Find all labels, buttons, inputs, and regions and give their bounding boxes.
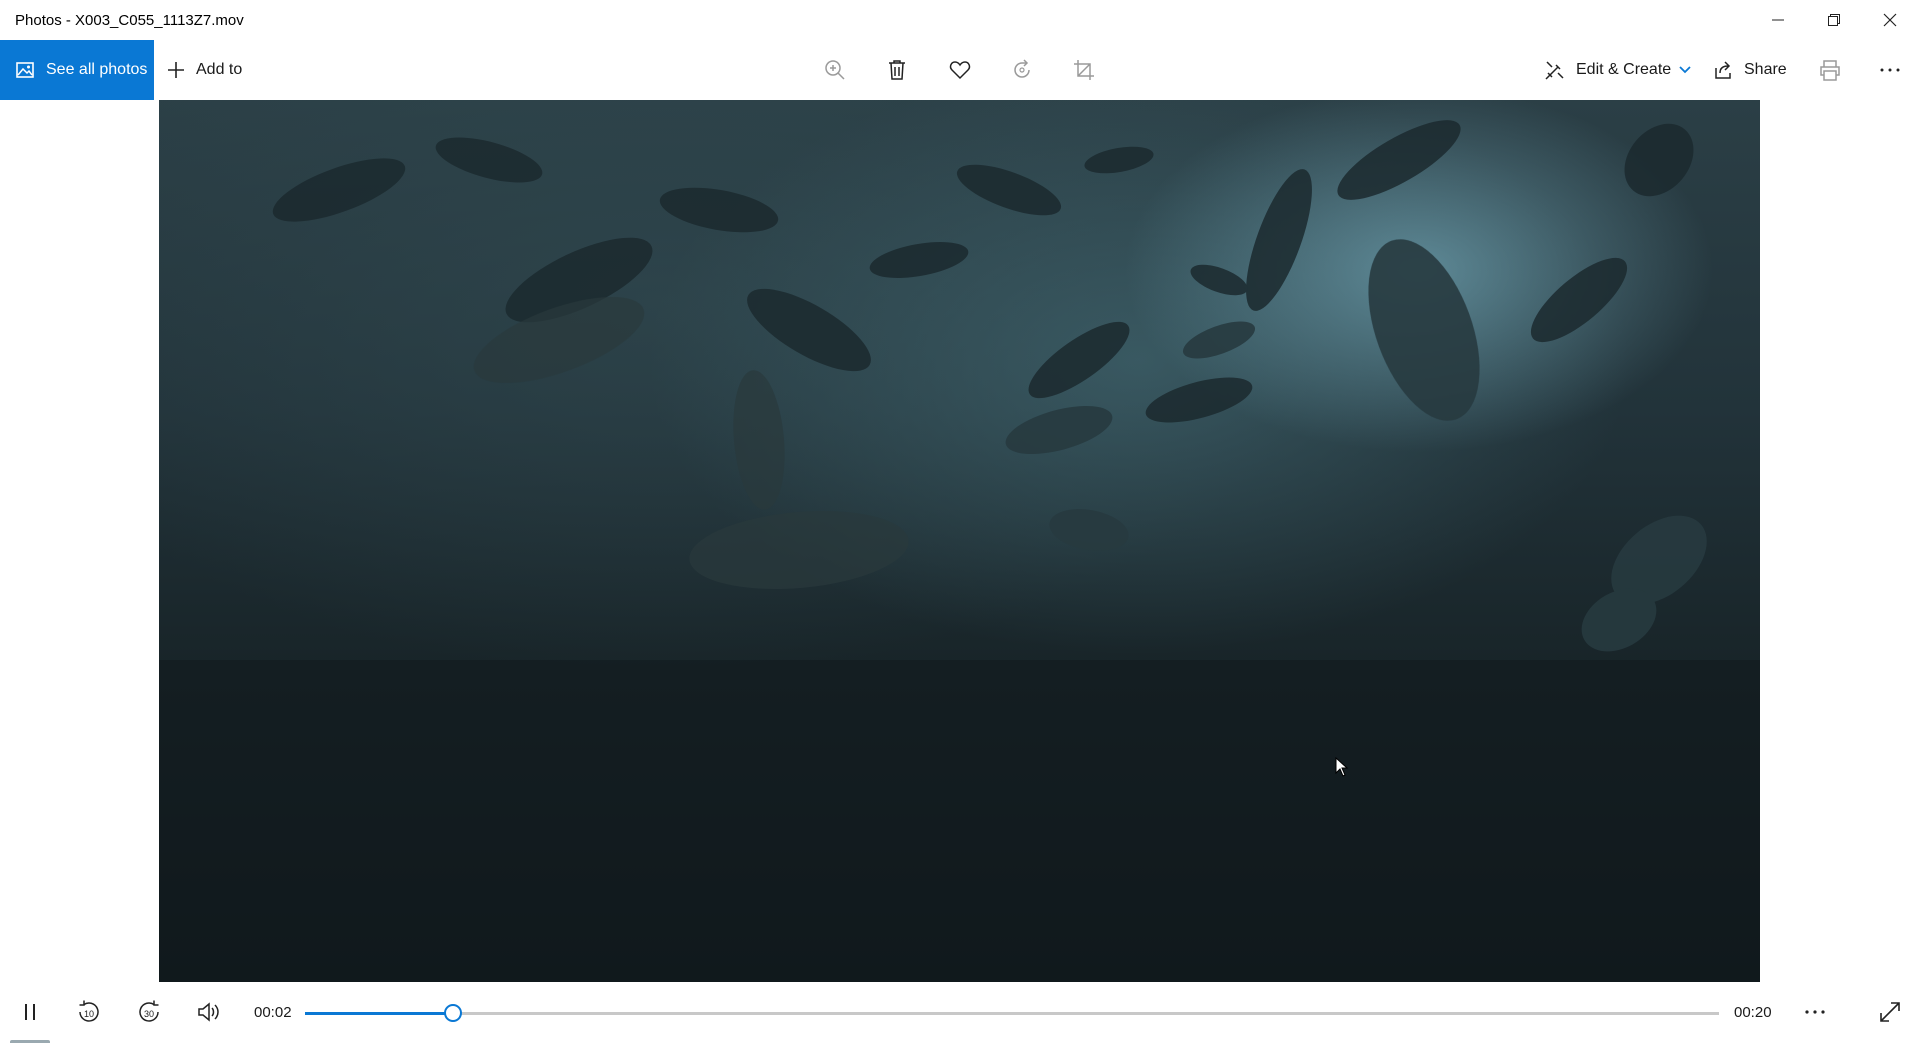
delete-icon (889, 60, 905, 80)
title-bar: Photos - X003_C055_1113Z7.mov (0, 0, 1918, 40)
underwater-fish-scene (159, 120, 1760, 982)
restore-icon (1828, 14, 1840, 26)
seek-bar-thumb[interactable] (444, 1004, 463, 1022)
photos-icon (16, 62, 34, 78)
playback-controls: 10 30 00:02 00:20 (0, 982, 1918, 1043)
skip-forward-30-icon: 30 (139, 1000, 159, 1022)
volume-button[interactable] (188, 990, 232, 1034)
fullscreen-button[interactable] (1868, 990, 1912, 1034)
edit-create-button[interactable]: Edit & Create (1544, 40, 1691, 100)
crop-icon (1074, 60, 1094, 80)
see-all-photos-button[interactable]: See all photos (0, 40, 154, 100)
close-icon (1883, 13, 1897, 27)
zoom-button[interactable] (815, 50, 855, 90)
chevron-down-icon (1679, 66, 1691, 74)
delete-button[interactable] (877, 50, 917, 90)
skip-back-10-icon: 10 (79, 1000, 99, 1022)
crop-button[interactable] (1064, 50, 1104, 90)
svg-text:10: 10 (84, 1009, 94, 1019)
plus-icon (168, 62, 184, 78)
rotate-icon (1014, 59, 1030, 78)
see-all-photos-label: See all photos (46, 61, 148, 78)
mouse-cursor-icon (1335, 757, 1349, 777)
pause-icon (25, 1004, 35, 1020)
svg-text:30: 30 (144, 1009, 154, 1019)
window-controls (1750, 0, 1918, 40)
minimize-button[interactable] (1750, 0, 1806, 40)
pause-button[interactable] (8, 990, 52, 1034)
more-icon (1880, 68, 1900, 72)
zoom-icon (825, 60, 845, 80)
seek-bar[interactable] (305, 1004, 1719, 1022)
edit-create-label: Edit & Create (1576, 61, 1672, 78)
player-more-button[interactable] (1793, 990, 1837, 1034)
favorite-button[interactable] (940, 50, 980, 90)
close-button[interactable] (1862, 0, 1918, 40)
app-toolbar: See all photos Add to Edit & Create Shar… (0, 40, 1918, 100)
share-label: Share (1744, 61, 1787, 78)
total-time: 00:20 (1734, 1004, 1772, 1021)
favorite-icon (949, 61, 971, 80)
rotate-button[interactable] (1002, 50, 1042, 90)
more-icon (1805, 1010, 1825, 1014)
share-button[interactable]: Share (1714, 40, 1787, 100)
edit-create-icon (1545, 61, 1564, 80)
more-options-button[interactable] (1870, 50, 1910, 90)
add-to-button[interactable]: Add to (166, 40, 242, 100)
minimize-icon (1772, 19, 1784, 21)
skip-back-button[interactable]: 10 (67, 990, 111, 1034)
volume-icon (198, 1002, 219, 1022)
skip-forward-button[interactable]: 30 (127, 990, 171, 1034)
window-title: Photos - X003_C055_1113Z7.mov (15, 11, 244, 29)
video-frame[interactable] (159, 100, 1760, 982)
add-to-label: Add to (196, 61, 243, 78)
print-button[interactable] (1810, 50, 1850, 90)
seek-bar-progress (305, 1012, 454, 1015)
current-time: 00:02 (254, 1004, 292, 1021)
share-icon (1715, 61, 1731, 79)
restore-button[interactable] (1806, 0, 1862, 40)
print-icon (1820, 60, 1840, 81)
fullscreen-icon (1880, 1002, 1900, 1022)
